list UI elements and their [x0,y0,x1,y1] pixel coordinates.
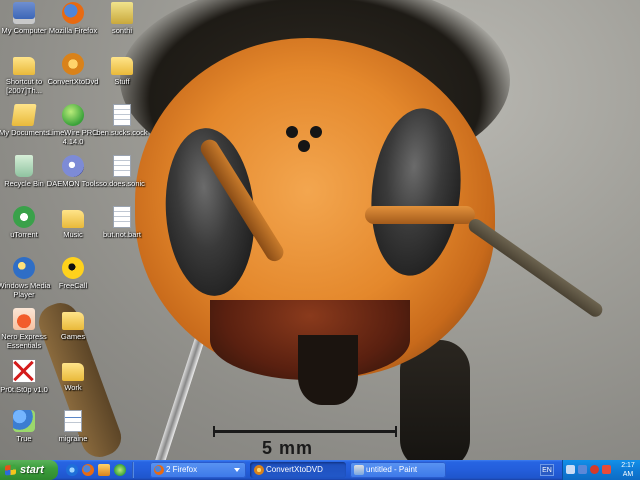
computer-icon [13,2,35,24]
chevron-down-icon [234,468,240,472]
convertxtodvd-icon [62,53,84,75]
internet-explorer-icon[interactable] [66,464,78,476]
my-documents-icon [11,104,37,126]
desktop-icon-ben-sucks-cock[interactable]: ben.sucks.cock [88,104,156,137]
start-label: start [20,464,44,476]
desktop-icon-freecall[interactable]: FreeCall [39,257,107,290]
nero-icon [13,308,35,330]
icon-label: ben.sucks.cock [96,128,148,137]
scale-label: 5 mm [262,438,314,458]
folder-icon [13,57,35,75]
network-icon[interactable] [566,465,575,474]
true-app-icon [13,410,35,432]
task-label: ConvertXtoDVD [266,465,323,474]
taskbar-button-paint[interactable]: untitled - Paint [350,462,446,478]
firefox-icon[interactable] [82,464,94,476]
windows-logo-icon [5,464,16,476]
icon-label: so.does.sonic [99,179,145,188]
icon-label: Work [64,383,82,392]
specimen-pin [153,331,207,460]
icon-label: Stuff [114,77,130,86]
clock-ampm: AM [622,471,634,478]
antivirus-icon[interactable] [590,465,599,474]
folder-icon [62,363,84,381]
task-label: untitled - Paint [366,465,418,474]
desktop-icon-stuff[interactable]: Stuff [88,53,156,86]
volume-icon[interactable] [578,465,587,474]
taskbar-button-convertxtodvd[interactable]: ConvertXtoDVD [250,462,346,478]
limewire-icon[interactable] [114,464,126,476]
task-label: 2 Firefox [166,465,198,474]
convertxtodvd-icon [254,465,264,475]
icon-label: Games [60,332,86,341]
text-file-icon [113,104,131,126]
protstop-icon [12,359,36,383]
desktop-icon-migraine[interactable]: migraine [39,410,107,443]
language-indicator[interactable]: EN [540,464,554,476]
desktop-icon-so-does-sonic[interactable]: so.does.sonic [88,155,156,188]
clock[interactable]: 2:17 AM [616,461,640,479]
folder-icon [111,57,133,75]
clock-time: 2:17 [621,462,635,469]
icon-label: FreeCall [58,281,88,290]
document-icon [64,410,82,432]
desktop-icon-sonthi[interactable]: sonthi [88,2,156,35]
tray-app-icon[interactable] [602,465,611,474]
utorrent-icon [13,206,35,228]
folder-icon [62,312,84,330]
text-file-icon [113,206,131,228]
taskbar-separator [132,462,134,478]
hornet-ocelli [286,120,336,160]
start-button[interactable]: start [0,460,58,480]
folder-icon [62,210,84,228]
recycle-bin-icon [15,155,33,177]
freecall-icon [62,257,84,279]
taskbar-button-firefox[interactable]: 2 Firefox [150,462,246,478]
text-file-icon [113,155,131,177]
convertxtodvd-icon[interactable] [98,464,110,476]
daemon-tools-icon [62,155,84,177]
icon-label: migraine [58,434,88,443]
taskbar: start 2 Firefox ConvertXtoDVD untitled -… [0,460,640,480]
icon-label: sonthi [111,26,132,35]
windows-media-player-icon [13,257,35,279]
desktop-icon-games[interactable]: Games [39,308,107,341]
scale-bar [213,426,397,437]
icon-label: but.not.bart [103,230,141,239]
paint-icon [354,465,364,475]
desktop-icon-but-not-bart[interactable]: but.not.bart [88,206,156,239]
firefox-icon [154,465,164,475]
firefox-icon [62,2,84,24]
hornet-antenna [365,206,475,224]
vlc-media-icon [111,2,133,24]
desktop-icon-work[interactable]: Work [39,359,107,392]
hornet-fang [298,335,358,405]
limewire-icon [62,104,84,126]
